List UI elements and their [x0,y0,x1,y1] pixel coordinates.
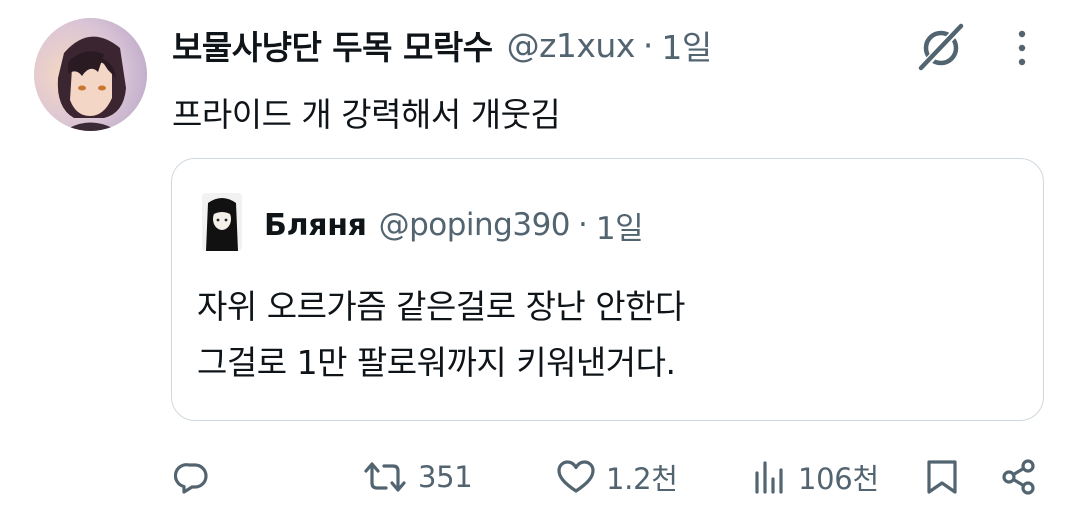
reply-icon [174,463,208,494]
quoted-timestamp: 1일 [595,210,644,247]
separator-dot: · [578,207,588,243]
author-display-name[interactable]: 보물사냥단 두목 모락수 [172,21,493,69]
retweet-button[interactable]: 351 [362,452,473,502]
separator-dot: · [642,25,654,65]
quoted-text-line: 그걸로 1만 팔로워까지 키워낸거다. [197,343,676,382]
retweet-count: 351 [418,460,473,494]
views-icon [755,461,783,494]
share-button[interactable] [1000,452,1038,502]
avatar-image [34,18,147,131]
like-count: 1.2천 [606,462,678,496]
like-button[interactable]: 1.2천 [556,452,678,502]
views-count: 106천 [798,462,879,496]
tweet-timestamp[interactable]: 1일 [661,21,712,69]
reply-button[interactable] [174,452,210,502]
tweet-text: 프라이드 개 강력해서 개웃김 [172,95,561,134]
quoted-tweet-header: Бляня @poping390 · 1일 [264,205,644,247]
quoted-text-line: 자위 오르가즘 같은걸로 장난 안한다 [197,287,685,326]
grok-icon[interactable] [914,20,968,74]
bookmark-button[interactable] [924,452,960,502]
author-handle[interactable]: @z1xux [507,26,636,65]
more-icon[interactable] [1008,26,1036,70]
views-button[interactable]: 106천 [752,452,879,502]
heart-icon [557,460,595,493]
quoted-display-name: Бляня [264,207,367,243]
quoted-tweet-text: 자위 오르가즘 같은걸로 장난 안한다 그걸로 1만 팔로워까지 키워낸거다. [197,279,685,391]
retweet-icon [364,462,406,492]
author-avatar[interactable] [34,18,147,131]
share-icon [1002,459,1035,495]
quoted-tweet[interactable]: Бляня @poping390 · 1일 자위 오르가즘 같은걸로 장난 안한… [171,158,1044,421]
tweet-header: 보물사냥단 두목 모락수 @z1xux · 1일 [172,20,712,70]
quoted-handle: @poping390 [378,207,571,243]
quoted-author-avatar [202,193,242,251]
bookmark-icon [927,460,957,494]
